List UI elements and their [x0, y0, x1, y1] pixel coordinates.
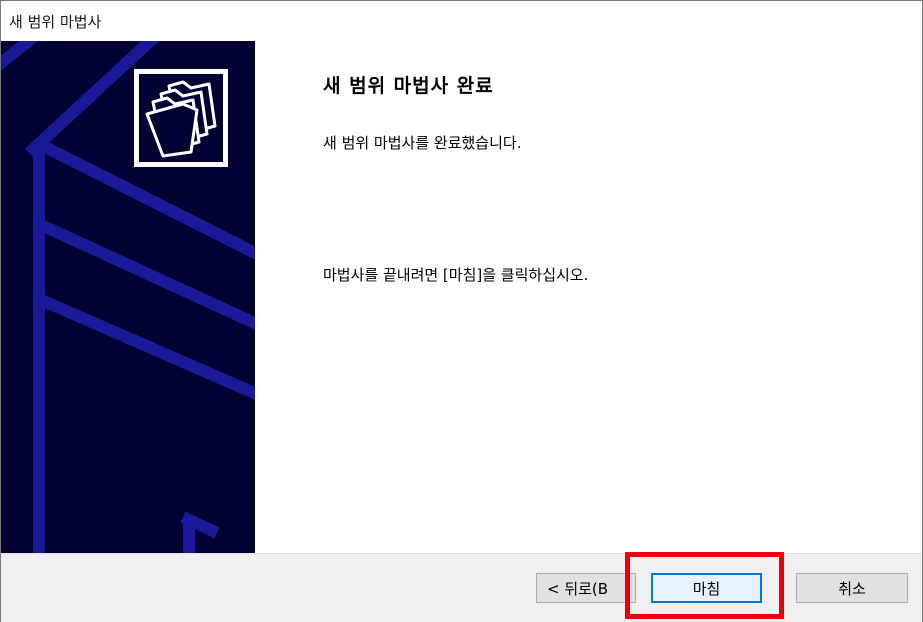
window-title: 새 범위 마법사 [9, 13, 102, 31]
wizard-content: 새 범위 마법사 완료 새 범위 마법사를 완료했습니다. 마법사를 끝내려면 … [255, 41, 922, 553]
back-button[interactable]: < 뒤로(B [536, 573, 636, 603]
completion-message: 새 범위 마법사를 완료했습니다. [323, 134, 522, 152]
folders-icon [139, 74, 223, 162]
finish-instruction: 마법사를 끝내려면 [마침]을 클릭하십시오. [323, 266, 589, 284]
finish-button[interactable]: 마침 [651, 573, 762, 603]
button-bar: < 뒤로(B 마침 취소 [1, 553, 922, 622]
wizard-side-banner [1, 41, 255, 553]
cancel-button[interactable]: 취소 [796, 573, 908, 603]
page-title: 새 범위 마법사 완료 [323, 75, 494, 97]
title-bar[interactable]: 새 범위 마법사 [1, 1, 922, 41]
wizard-window: 새 범위 마법사 새 범위 마법사 완료 새 범위 마법사를 완료했습니다. 마… [0, 0, 923, 622]
folders-icon-frame [134, 69, 228, 167]
